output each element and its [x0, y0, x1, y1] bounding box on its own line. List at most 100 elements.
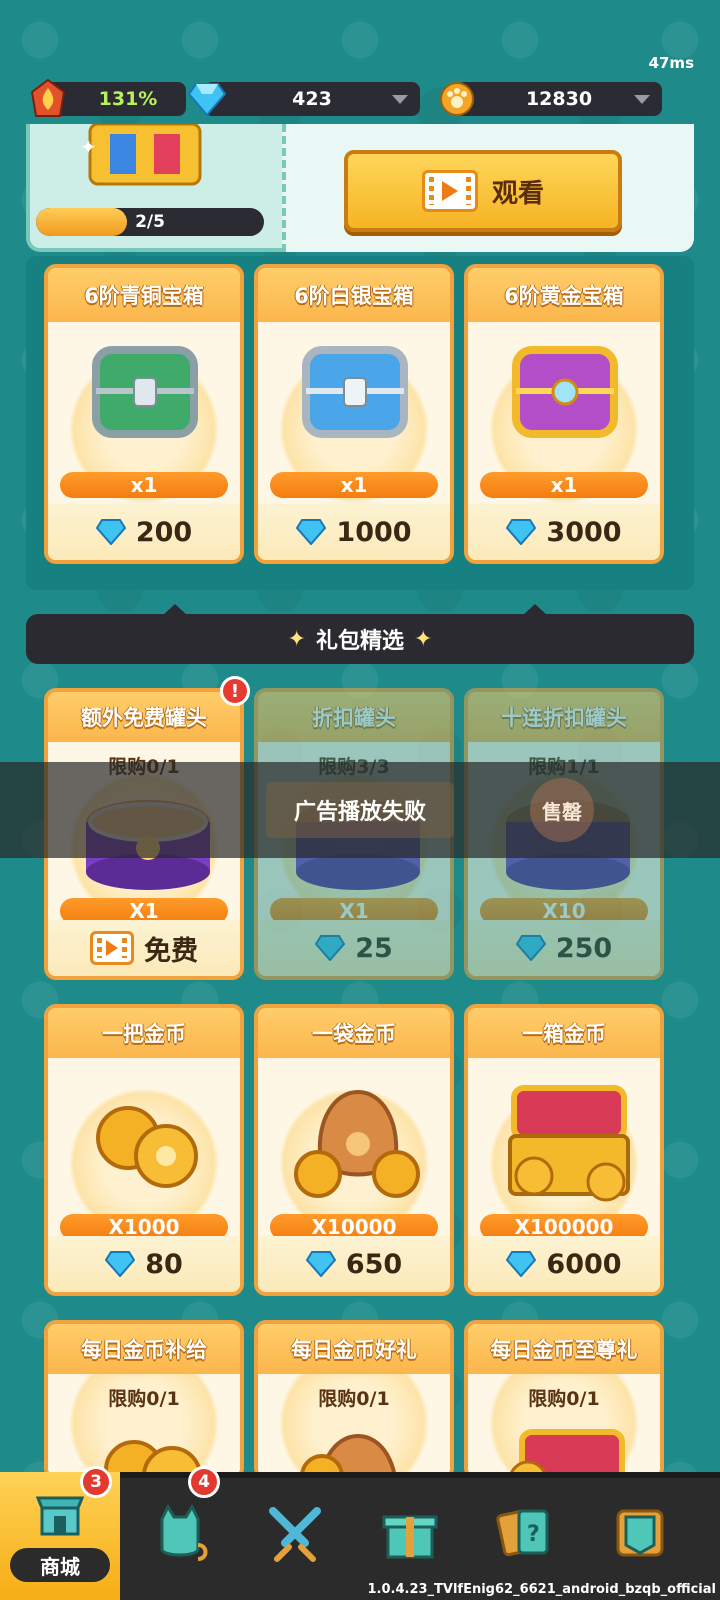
sparkle-icon: ✦ — [287, 626, 306, 652]
coin-pack-price-button[interactable]: 80 — [48, 1236, 240, 1292]
coin-pack-card[interactable]: 一箱金币 X100000 6000 — [464, 1004, 664, 1296]
chest-title: 6阶白银宝箱 — [258, 268, 450, 322]
toast-message: 广告播放失败 — [265, 782, 454, 838]
coin-pack-price: 80 — [145, 1248, 183, 1280]
coin-pack-price: 650 — [345, 1248, 403, 1280]
coin-pack-price-button[interactable]: 650 — [258, 1236, 450, 1292]
shop-icon — [35, 1496, 85, 1536]
soldout-label: 售罄 — [530, 778, 594, 842]
daily-pack-limit: 限购0/1 — [318, 1388, 390, 1410]
daily-pack-card[interactable]: 每日金币补给 限购0/1 — [44, 1320, 244, 1480]
alert-badge: ! — [220, 676, 250, 706]
can-title: 十连折扣罐头 — [468, 692, 660, 742]
diamond-icon — [315, 935, 346, 961]
flame-crest-icon — [26, 78, 70, 120]
chest-price: 1000 — [336, 516, 412, 548]
diamond-icon — [95, 519, 126, 545]
coins-dropdown-icon[interactable] — [634, 95, 650, 104]
chest-card-gold[interactable]: 6阶黄金宝箱 x1 3000 — [464, 264, 664, 564]
coin-pack-title: 一袋金币 — [258, 1008, 450, 1058]
nav-item-guild[interactable] — [580, 1478, 700, 1588]
chest-price-button[interactable]: 3000 — [468, 504, 660, 560]
shop-badge: 3 — [80, 1466, 112, 1498]
paw-coin-icon — [438, 80, 476, 118]
diamond-icon — [506, 1251, 537, 1277]
coins-value: 12830 — [525, 88, 593, 110]
gems-bar[interactable]: 423 — [204, 82, 420, 116]
guild-banner-icon — [616, 1509, 664, 1557]
gems-dropdown-icon[interactable] — [392, 95, 408, 104]
coin-pack-title: 一箱金币 — [468, 1008, 660, 1058]
svg-text:?: ? — [527, 1522, 540, 1547]
chest-price-button[interactable]: 200 — [48, 504, 240, 560]
video-icon — [421, 170, 478, 212]
chest-card-bronze[interactable]: 6阶青铜宝箱 x1 200 — [44, 264, 244, 564]
nav-item-pets[interactable] — [120, 1478, 240, 1588]
chest-qty: x1 — [60, 472, 228, 498]
chest-price-button[interactable]: 1000 — [258, 504, 450, 560]
coin-handful-icon — [96, 1106, 198, 1188]
can-price: 250 — [555, 932, 613, 964]
nav-item-battle[interactable] — [235, 1478, 355, 1588]
power-value: 131% — [98, 88, 158, 110]
coin-pack-price: 6000 — [546, 1248, 622, 1280]
nav-item-cards[interactable]: ? — [465, 1478, 585, 1588]
watch-ad-label: 观看 — [491, 178, 544, 209]
daily-pack-title: 每日金币至尊礼 — [468, 1324, 660, 1374]
gold-chest-icon — [512, 346, 618, 438]
video-icon — [90, 931, 134, 965]
diamond-icon — [188, 80, 226, 118]
coin-chest-icon — [508, 1085, 630, 1202]
cat-icon — [160, 1503, 208, 1561]
nav-item-gift[interactable] — [350, 1478, 470, 1588]
daily-pack-card[interactable]: 每日金币好礼 限购0/1 — [254, 1320, 454, 1480]
gift-icon — [382, 1515, 438, 1559]
chest-card-silver[interactable]: 6阶白银宝箱 x1 1000 — [254, 264, 454, 564]
gift-section-header: ✦ 礼包精选 ✦ — [26, 614, 694, 664]
diamond-icon — [296, 519, 327, 545]
bronze-chest-icon — [92, 346, 198, 438]
question-card-icon: ? — [496, 1509, 549, 1557]
diamond-icon — [105, 1251, 136, 1277]
daily-pack-limit: 限购0/1 — [528, 1388, 600, 1410]
gems-value: 423 — [292, 88, 332, 110]
chest-price: 200 — [135, 516, 193, 548]
can-title: 额外免费罐头 — [48, 692, 240, 742]
coin-bag-icon — [294, 1089, 420, 1198]
daily-pack-limit: 限购0/1 — [108, 1388, 180, 1410]
watch-ad-button[interactable]: 观看 — [344, 150, 622, 232]
daily-pack-title: 每日金币补给 — [48, 1324, 240, 1374]
daily-pack-title: 每日金币好礼 — [258, 1324, 450, 1374]
coin-pack-price-button[interactable]: 6000 — [468, 1236, 660, 1292]
can-price-button[interactable]: 25 — [258, 920, 450, 976]
chest-title: 6阶青铜宝箱 — [48, 268, 240, 322]
daily-pack-card[interactable]: 每日金币至尊礼 限购0/1 — [464, 1320, 664, 1480]
soldout-stamp: 售罄 — [472, 776, 652, 844]
silver-chest-icon — [302, 346, 408, 438]
svg-text:✦: ✦ — [80, 135, 97, 159]
ping-indicator: 47ms — [648, 54, 694, 72]
can-title: 折扣罐头 — [258, 692, 450, 742]
ad-progress-text: 2/5 — [135, 212, 165, 232]
can-price-button[interactable]: 250 — [468, 920, 660, 976]
pets-badge: 4 — [188, 1466, 220, 1498]
diamond-icon — [305, 1251, 336, 1277]
coin-pack-title: 一把金币 — [48, 1008, 240, 1058]
coins-bar[interactable]: 12830 — [456, 82, 662, 116]
can-price: 免费 — [144, 935, 198, 967]
gift-section-title: 礼包精选 — [315, 629, 404, 654]
chest-price: 3000 — [546, 516, 622, 548]
chest-title: 6阶黄金宝箱 — [468, 268, 660, 322]
coin-pack-card[interactable]: 一袋金币 X10000 650 — [254, 1004, 454, 1296]
diamond-icon — [506, 519, 537, 545]
chest-qty: x1 — [480, 472, 648, 498]
crossed-swords-icon — [269, 1507, 321, 1562]
chest-qty: x1 — [270, 472, 438, 498]
version-text: 1.0.4.23_TVlfEnig62_6621_android_bzqb_of… — [367, 1582, 717, 1597]
banner-chest-icon: ✦ — [70, 122, 220, 196]
coin-pack-card[interactable]: 一把金币 X1000 80 — [44, 1004, 244, 1296]
diamond-icon — [515, 935, 546, 961]
can-free-button[interactable]: 免费 — [48, 920, 240, 976]
nav-label-shop: 商城 — [10, 1548, 110, 1582]
sparkle-icon: ✦ — [414, 626, 433, 652]
